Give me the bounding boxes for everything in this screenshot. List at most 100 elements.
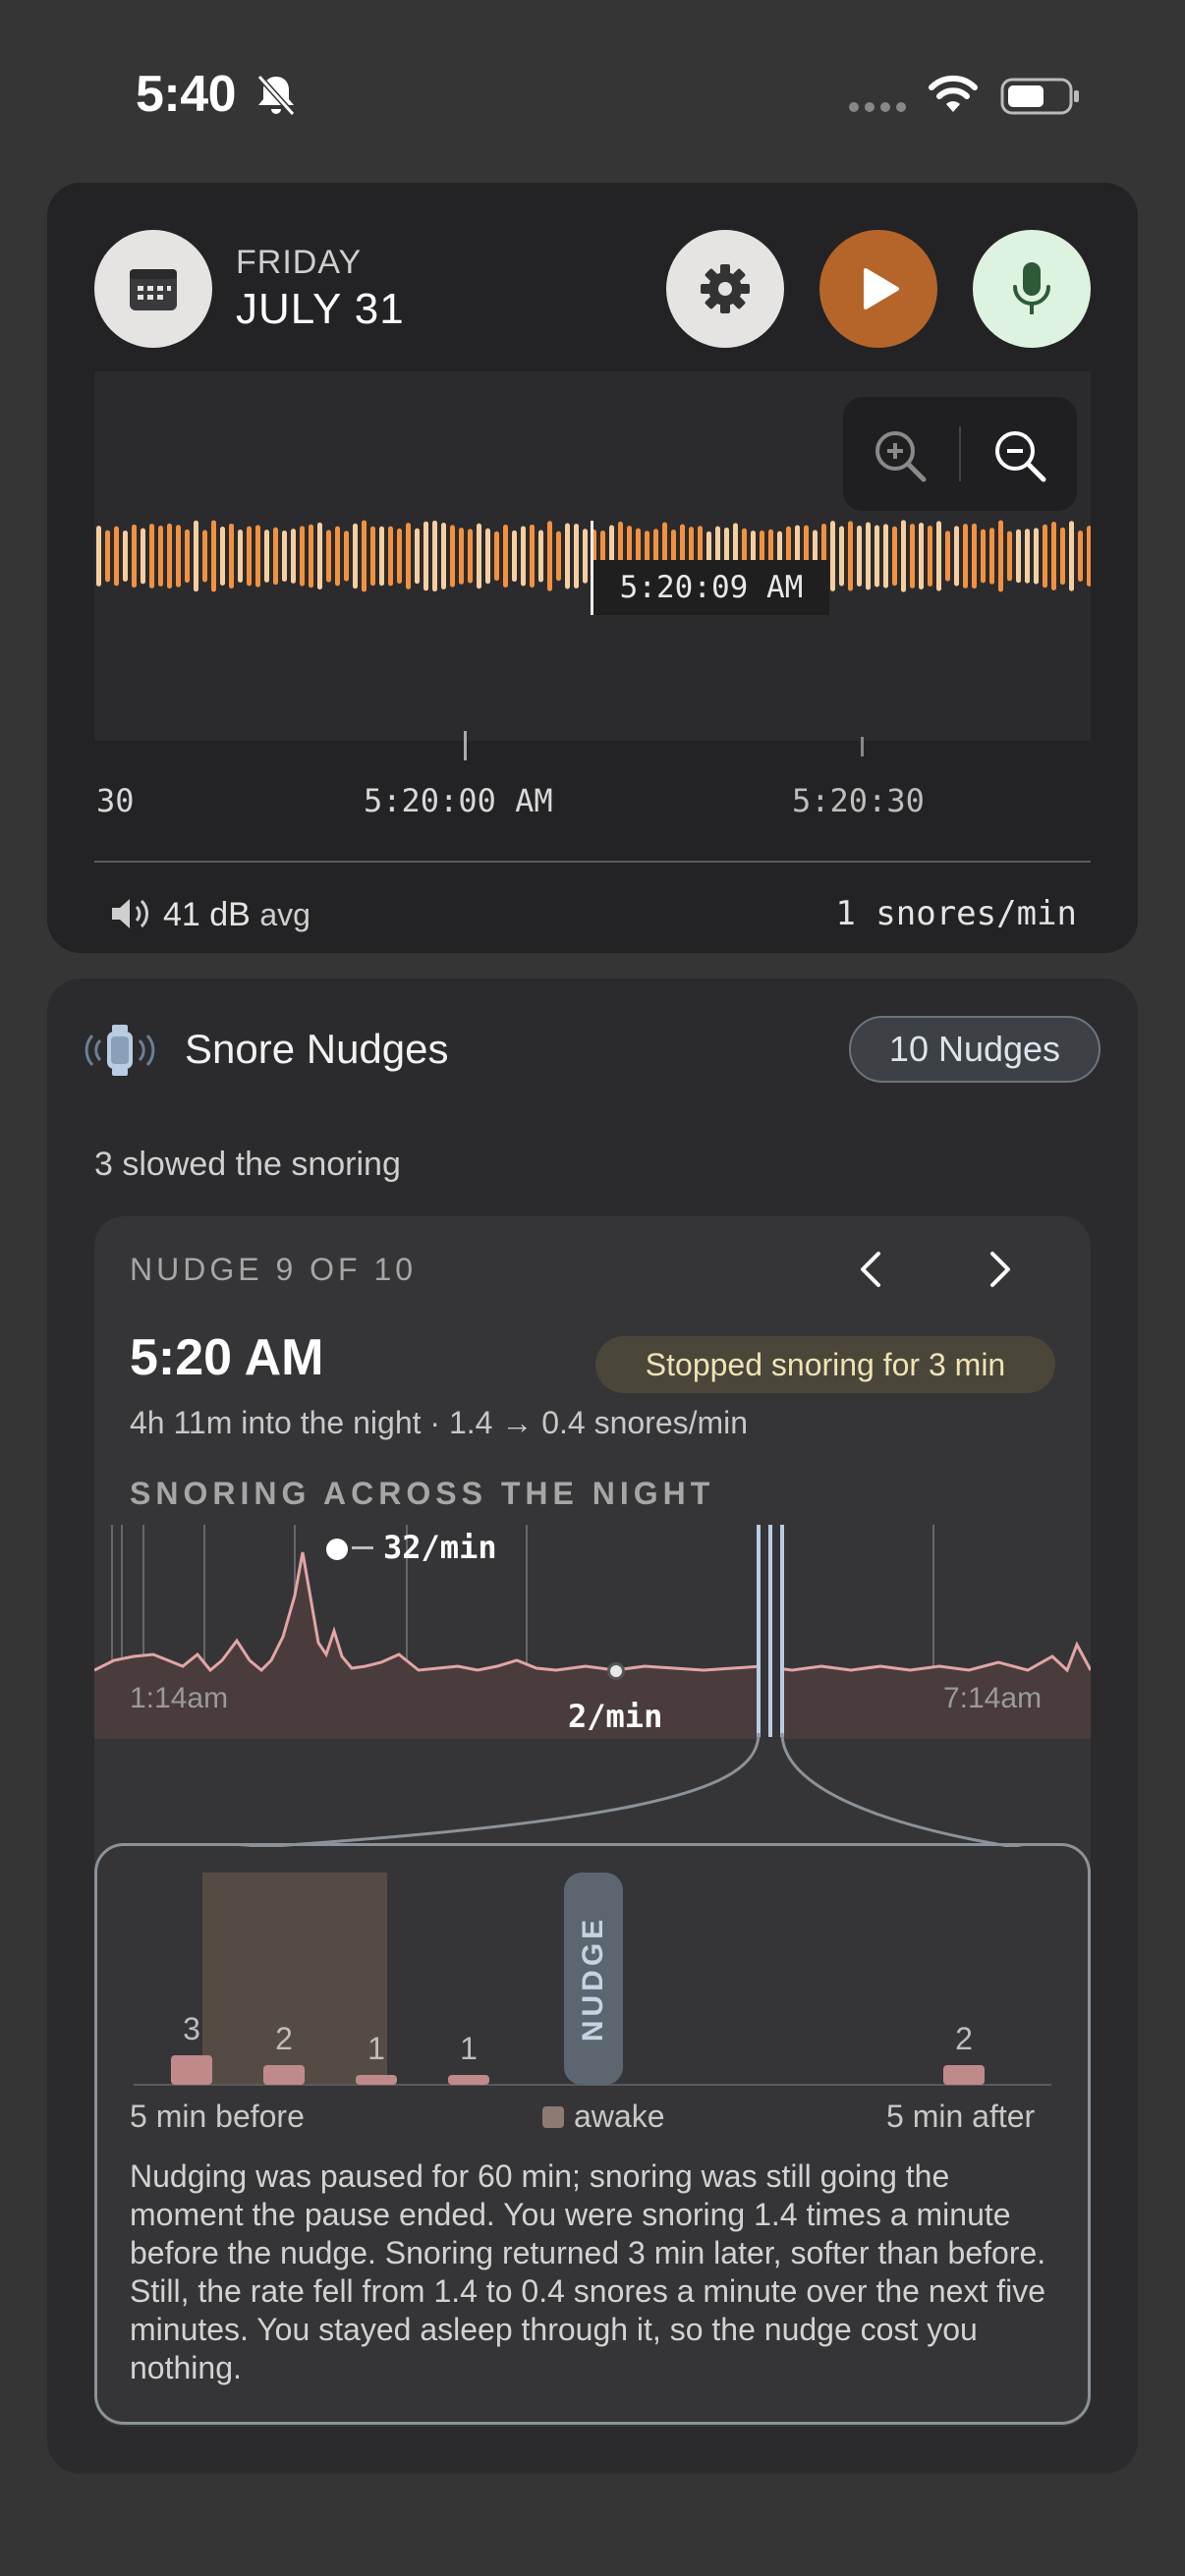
waveform-bar (830, 521, 835, 591)
waveform-bar (379, 526, 384, 587)
waveform-bar (574, 524, 579, 588)
waveform-bar (857, 526, 862, 587)
waveform-bar (194, 520, 198, 592)
waveform-bar (892, 526, 897, 587)
gear-icon (701, 264, 750, 313)
waveform-bar (370, 526, 375, 587)
nudges-count-badge[interactable]: 10 Nudges (849, 1016, 1100, 1083)
play-button[interactable] (819, 230, 937, 348)
waveform-bar (1069, 521, 1074, 591)
waveform-bar (512, 530, 517, 583)
zoom-bar (943, 2065, 985, 2085)
waveform-bar (105, 530, 110, 583)
volume-average: 41 dB avg (163, 896, 310, 934)
waveform-bar (176, 525, 181, 588)
waveform-bar (309, 524, 313, 588)
waveform-bar (1078, 530, 1083, 583)
record-button[interactable] (973, 230, 1091, 348)
bell-slash-icon (256, 74, 296, 117)
waveform-bar (963, 524, 968, 588)
waveform-bar (185, 529, 190, 584)
waveform-bar (282, 531, 287, 582)
waveform-bar (317, 522, 322, 590)
waveform-bar (123, 531, 128, 582)
waveform-bar (945, 531, 950, 582)
zoom-out-icon[interactable] (990, 426, 1049, 485)
chevron-right-icon[interactable] (977, 1248, 1020, 1291)
waveform-bar (521, 526, 526, 587)
waveform-bar (866, 522, 871, 590)
chevron-left-icon[interactable] (851, 1248, 894, 1291)
waveform-bar (477, 523, 481, 589)
nudge-time: 5:20 AM (130, 1329, 324, 1386)
waveform-bar (423, 521, 428, 591)
waveform-bar (468, 529, 473, 584)
timeline-label-left: 30 (96, 782, 135, 819)
waveform-bar (459, 528, 464, 585)
calendar-button[interactable] (94, 230, 212, 348)
microphone-icon (1013, 262, 1050, 314)
recording-date: JULY 31 (236, 285, 405, 333)
waveform-bar (972, 523, 977, 589)
waveform-bar (1034, 528, 1039, 585)
cellular-dots-icon (849, 102, 906, 112)
nudge-pager-label: NUDGE 9 OF 10 (130, 1252, 418, 1287)
waveform-bar (211, 520, 216, 592)
waveform-bar (353, 523, 358, 589)
waveform-bar (1087, 526, 1092, 587)
zoom-controls (843, 397, 1077, 511)
speaker-icon (112, 899, 148, 928)
waveform-bar (901, 520, 906, 592)
waveform-bar (547, 521, 552, 591)
volume-value: 41 dB (163, 896, 251, 933)
zoom-in-icon[interactable] (871, 426, 930, 485)
waveform-bar (397, 528, 402, 585)
waveform-bar (300, 526, 305, 587)
waveform-bar (291, 529, 296, 584)
waveform-bar (388, 526, 393, 587)
calendar-icon (130, 269, 177, 310)
low-marker (607, 1662, 625, 1680)
waveform-bar (910, 524, 915, 588)
peak-marker (326, 1539, 348, 1560)
waveform-bar (273, 527, 278, 586)
playhead-time: 5:20:09 AM (593, 560, 829, 615)
waveform-bar (928, 525, 932, 588)
zoom-bar (171, 2055, 212, 2085)
settings-button[interactable] (666, 230, 784, 348)
night-start-label: 1:14am (130, 1682, 229, 1714)
waveform-bar (919, 522, 924, 590)
waveform-bar (167, 523, 172, 589)
waveform-bar (220, 526, 225, 587)
zoom-bar-label: 3 (183, 2011, 200, 2046)
waveform-bar (1051, 522, 1056, 590)
waveform-bar (998, 520, 1003, 592)
waveform-bar (485, 528, 490, 585)
waveform-bar (450, 525, 455, 588)
nudges-title: Snore Nudges (185, 1026, 449, 1072)
playhead-line[interactable] (591, 521, 593, 615)
waveform-bar (149, 524, 154, 588)
waveform-bar (362, 520, 367, 592)
waveform-bar (255, 525, 260, 588)
waveform-bar (238, 529, 243, 584)
waveform-bar (326, 530, 331, 583)
waveform-bar (132, 524, 137, 588)
waveform-bar (441, 523, 446, 589)
battery-icon (1000, 78, 1079, 115)
waveform-bar (530, 524, 535, 588)
waveform-bar (503, 524, 508, 588)
nudge-description: Nudging was paused for 60 min; snoring w… (130, 2158, 1046, 2385)
zoom-bar-label: 2 (275, 2021, 293, 2056)
waveform-bar (158, 526, 163, 587)
waveform-bar (1016, 529, 1021, 584)
waveform-bar (1060, 527, 1065, 586)
timeline-tick (861, 737, 864, 756)
waveform-bar (883, 524, 888, 588)
zoom-connector (237, 1733, 1025, 1847)
peak-marker-line (352, 1546, 373, 1549)
nudge-result-badge: Stopped snoring for 3 min (595, 1336, 1055, 1393)
waveform-bar (989, 528, 994, 585)
waveform-bar (848, 521, 853, 591)
waveform-bar (583, 529, 588, 584)
